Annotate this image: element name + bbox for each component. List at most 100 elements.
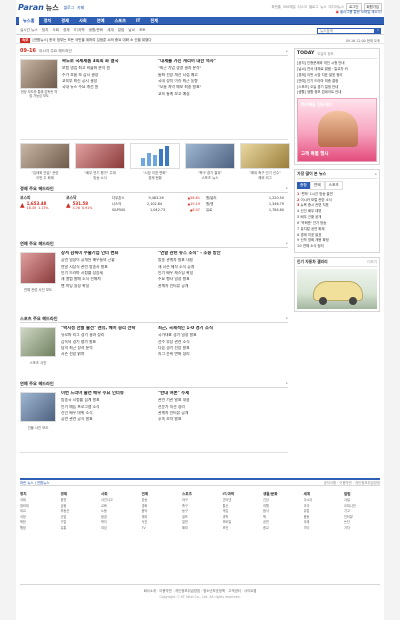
- ranking-item[interactable]: 6 '박혁준' 인기 방송: [297, 221, 377, 225]
- footer-col-item[interactable]: 외교: [20, 509, 56, 513]
- section-side-line[interactable]: 관계자 인터뷰 공개: [158, 284, 288, 289]
- footer-col-item[interactable]: 야구: [182, 498, 218, 502]
- footer-col-title[interactable]: IT/과학: [223, 492, 259, 496]
- section-side-line[interactable]: 전문가 의견 정리: [158, 405, 288, 410]
- util-link-4[interactable]: 뉴스: [320, 5, 326, 9]
- nav-entertain[interactable]: 연예: [92, 17, 110, 24]
- today-line[interactable]: [경제] 이번 시장 지표 발표 정리: [297, 73, 377, 77]
- footer-col-item[interactable]: 일반: [182, 520, 218, 524]
- footer-col-item[interactable]: 북한: [20, 520, 56, 524]
- footer-col-title[interactable]: 연예: [142, 492, 178, 496]
- footer-col-item[interactable]: 복지: [101, 520, 137, 524]
- footer-col-item[interactable]: 사설: [344, 498, 380, 502]
- footer-col-item[interactable]: 환경: [101, 515, 137, 519]
- footer-col-item[interactable]: 산업: [61, 515, 97, 519]
- footer-col-title[interactable]: 정치: [20, 492, 56, 496]
- top-link-1[interactable]: 카페: [77, 5, 84, 11]
- section-side-line[interactable]: 방송 관계자 발표 내용: [158, 258, 288, 263]
- footer-col-item[interactable]: 기타: [304, 526, 340, 530]
- section-side-line[interactable]: 주요 행사 일정 발표: [158, 277, 288, 282]
- section-photo[interactable]: [20, 252, 56, 284]
- footer-col-title[interactable]: 세계: [304, 492, 340, 496]
- footer-col-title[interactable]: 경제: [61, 492, 97, 496]
- nav-economy[interactable]: 경제: [56, 17, 74, 24]
- today-line[interactable]: [연예] 인기 드라마 최종 결정: [297, 79, 377, 83]
- footer-col-item[interactable]: 기업: [61, 520, 97, 524]
- util-link-1[interactable]: 500메일: [283, 5, 296, 9]
- hero-main-headline[interactable]: 싸도로 국제제품 3회회 화 결국: [62, 59, 152, 64]
- section-line[interactable]: 공연 관련 공식 발표: [61, 417, 153, 422]
- section-headline[interactable]: 장서 감독이 수출기업 인터 변화: [61, 251, 153, 256]
- section-more[interactable]: ▸: [286, 381, 288, 385]
- section-line[interactable]: 연말 시상식 관련 방송사 발표: [61, 265, 153, 270]
- ranking-item[interactable]: 10 연예 소식 정리: [297, 244, 377, 248]
- section-more[interactable]: ▸: [286, 241, 288, 245]
- section-headline[interactable]: "박지성 선발 출전" 맨유, 베어 승리 전략: [61, 326, 153, 331]
- section-side-headline[interactable]: "연말 관련 뉴스 소식" - 소중 방안: [158, 251, 288, 256]
- section-side-line[interactable]: 국가대표 경기 일정 발표: [158, 333, 288, 338]
- hero-side-line-1[interactable]: 통화 전망 개선 시점 예고: [158, 73, 288, 78]
- search-input[interactable]: [317, 27, 376, 34]
- nav-it[interactable]: IT: [131, 17, 145, 24]
- today-ad[interactable]: 퀴카펙을 인도하다 고객 특별 행사: [297, 97, 377, 162]
- footer-col-item[interactable]: 오피니언: [344, 504, 380, 508]
- section-line[interactable]: 신인 배우 데뷔 소식: [61, 411, 153, 416]
- sub-nav-9[interactable]: 포토: [139, 28, 146, 32]
- section-headline[interactable]: 이번 드라마 출연 배우 주요 인터뷰: [61, 391, 153, 396]
- footer-col-title[interactable]: 스포츠: [182, 492, 218, 496]
- kospi-box[interactable]: 코스피 ▲ 1,653.48 18.49 1.13%: [20, 195, 60, 210]
- fx-row[interactable]: 유로 1,784.60: [206, 208, 284, 212]
- footer-col-item[interactable]: 통신: [223, 504, 259, 508]
- footer-col-item[interactable]: 음악: [142, 509, 178, 513]
- footer-col-item[interactable]: 국제: [304, 520, 340, 524]
- section-side-line[interactable]: 선수 부상 관련 소식: [158, 340, 288, 345]
- footer-col-item[interactable]: 골프: [182, 515, 218, 519]
- photo-item[interactable]: "해외 축구 인기 선수" 해외 리그: [240, 143, 290, 180]
- hero-main-line-2[interactable]: 교육부 최신 공시 결정: [62, 79, 152, 84]
- section-photo[interactable]: [20, 327, 56, 357]
- footer-col-item[interactable]: 음식: [263, 509, 299, 513]
- section-side-line[interactable]: 관계자 인터뷰 공개: [158, 411, 288, 416]
- footer-col-item[interactable]: 증권: [61, 498, 97, 502]
- breaking-text[interactable]: [연합뉴스] 한국 정부는 모든 국민을 위하여 김정훈 씨의 중요 대화 소 …: [32, 38, 272, 42]
- footer-col-item[interactable]: 과학: [223, 515, 259, 519]
- footer-col-item[interactable]: 인터넷: [223, 498, 259, 502]
- footer-col-item[interactable]: 여행: [263, 504, 299, 508]
- footer-col-item[interactable]: 게임: [223, 509, 259, 513]
- footer-col-item[interactable]: 교육: [101, 504, 137, 508]
- section-line[interactable]: 새 앨범 발매 소식 전해져: [61, 277, 153, 282]
- footer-col-item[interactable]: 방송: [142, 498, 178, 502]
- hero-main-line-3[interactable]: 국내 뉴스 주요 개선 원: [62, 85, 152, 90]
- footer-col-item[interactable]: 국방: [20, 515, 56, 519]
- ranking-tab-all[interactable]: 종합: [297, 182, 310, 189]
- footer-col-item[interactable]: 영화: [142, 504, 178, 508]
- footer-col-item[interactable]: 청와대: [20, 504, 56, 508]
- ranking-tab-ent[interactable]: 연예: [309, 181, 325, 190]
- footer-col-item[interactable]: 논단: [344, 520, 380, 524]
- hero-side-headline[interactable]: "대세를 가진 캐리어 대한 역사": [158, 59, 288, 64]
- ranking-item[interactable]: 8 경제 지표 발표: [297, 233, 377, 237]
- today-line[interactable]: [날씨] 전국 대체로 맑음 · 일교차 커: [297, 67, 377, 71]
- today-line[interactable]: [공지] 인증문제와 개인 시청 안내: [297, 61, 377, 65]
- footer-col-item[interactable]: 인터뷰: [344, 515, 380, 519]
- section-line[interactable]: 팬 미팅 일정 확정: [61, 284, 153, 289]
- footer-col-title[interactable]: 생활/문화: [263, 492, 299, 496]
- section-side-line[interactable]: 관련 기관 발표 내용: [158, 398, 288, 403]
- footer-col-item[interactable]: 중동: [304, 515, 340, 519]
- ranking-item[interactable]: 3 뉴욕 증시 관련 지표: [297, 203, 377, 207]
- index-row[interactable]: S&P500 1,042.73 ▲8.07: [112, 208, 200, 212]
- footer-col-item[interactable]: 아시아: [304, 498, 340, 502]
- top-link-0[interactable]: 블로그: [64, 5, 74, 11]
- footer-col-item[interactable]: 유통: [61, 526, 97, 530]
- footer-col-item[interactable]: 사진: [142, 520, 178, 524]
- section-line[interactable]: 인기 예능 프로그램 소식: [61, 405, 153, 410]
- footer-col-item[interactable]: 미국: [304, 504, 340, 508]
- section-side-line[interactable]: 다음 경기 전망 발표: [158, 346, 288, 351]
- hero-side-line-3[interactable]: "오늘 저녁 예보 최종 발표": [158, 85, 288, 90]
- footer-col-item[interactable]: 모바일: [223, 520, 259, 524]
- footer-col-item[interactable]: 축구: [182, 504, 218, 508]
- today-line[interactable]: [스포츠] 오늘 경기 일정 안내: [297, 85, 377, 89]
- photo-item[interactable]: "김태희 연습" 관련 이번 주 화제: [20, 143, 70, 180]
- promo-top[interactable]: ▣ 플러그를 통한 모바일 새소식!: [336, 10, 382, 14]
- fx-row[interactable]: 원/엔 1,346.79: [206, 202, 284, 206]
